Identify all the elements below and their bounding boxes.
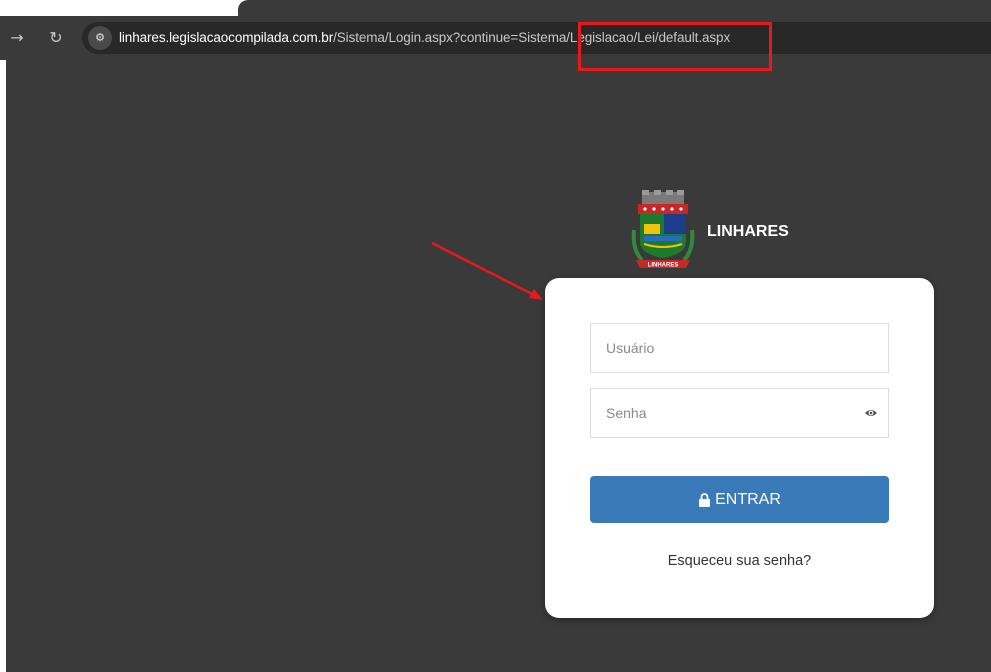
url-annotation-box — [578, 22, 772, 71]
login-button-label: ENTRAR — [715, 490, 781, 508]
url-host: linhares.legislacaocompilada.com.br — [119, 30, 334, 45]
forward-icon[interactable]: → — [5, 26, 29, 50]
reload-icon[interactable]: ↻ — [44, 26, 68, 50]
password-input[interactable] — [591, 389, 888, 437]
logo-ribbon-text: LINHARES — [648, 263, 679, 269]
tab-strip — [0, 0, 991, 16]
lock-icon — [699, 492, 711, 507]
username-input[interactable] — [591, 324, 888, 372]
browser-toolbar: → ↻ ⚙ linhares.legislacaocompilada.com.b… — [0, 16, 991, 60]
login-button[interactable]: ENTRAR — [590, 476, 889, 523]
address-bar[interactable]: ⚙ linhares.legislacaocompilada.com.br/Si… — [82, 22, 991, 54]
password-field[interactable] — [590, 388, 889, 438]
forgot-password-link[interactable]: Esqueceu sua senha? — [545, 553, 934, 569]
eye-icon[interactable] — [864, 406, 878, 420]
linhares-coat-of-arms: LINHARES — [631, 190, 695, 269]
brand-name: LINHARES — [707, 223, 789, 240]
annotation-arrow — [431, 241, 543, 300]
active-tab[interactable] — [238, 0, 991, 16]
username-field[interactable] — [590, 323, 889, 373]
site-info-icon[interactable]: ⚙ — [88, 26, 112, 50]
login-card: ENTRAR Esqueceu sua senha? — [545, 278, 934, 618]
